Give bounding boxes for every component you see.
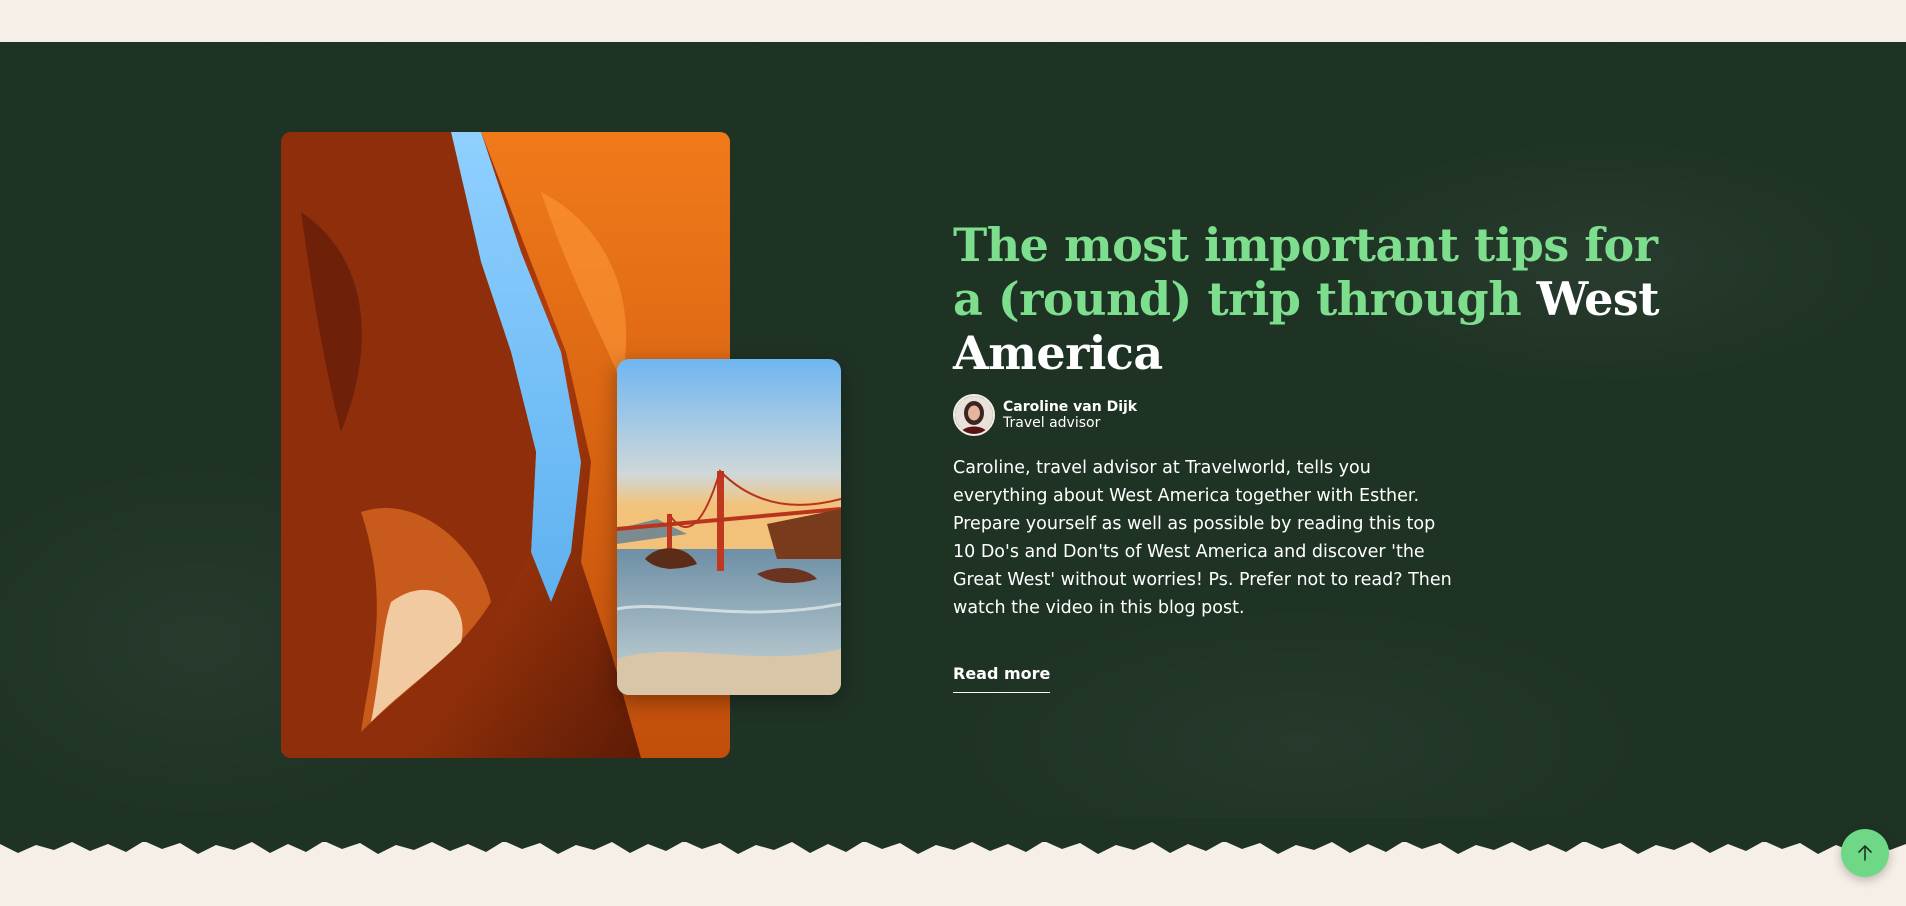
article-content: The most important tips for a (round) tr… <box>953 218 1673 693</box>
scroll-to-top-button[interactable] <box>1841 829 1889 877</box>
author-role: Travel advisor <box>1003 415 1101 431</box>
arrow-up-icon <box>1858 845 1872 861</box>
article-description: Caroline, travel advisor at Travelworld,… <box>953 458 1452 618</box>
author-text: Caroline van Dijk Travel advisor <box>1003 399 1137 431</box>
read-more-link[interactable]: Read more <box>953 664 1051 693</box>
torn-edge-bottom <box>0 818 1906 854</box>
author-name: Caroline van Dijk <box>1003 399 1138 415</box>
article-title: The most important tips for a (round) tr… <box>953 218 1673 380</box>
torn-edge-top <box>0 43 1906 80</box>
golden-gate-photo <box>617 359 841 695</box>
avatar <box>953 394 995 436</box>
author-block: Caroline van Dijk Travel advisor <box>953 394 1673 436</box>
